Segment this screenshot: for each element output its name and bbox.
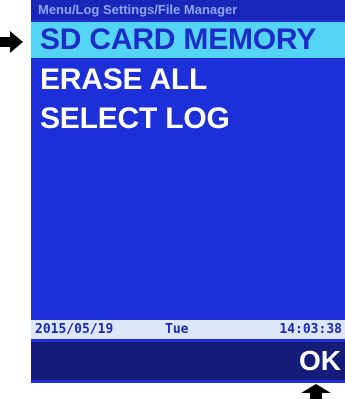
device-screen: Menu/Log Settings/File Manager SD CARD M… xyxy=(31,0,345,383)
arrow-up-icon xyxy=(301,384,331,399)
breadcrumb: Menu/Log Settings/File Manager xyxy=(31,0,345,20)
menu-item-sd-card-memory[interactable]: SD CARD MEMORY xyxy=(31,22,345,58)
status-time: 14:03:38 xyxy=(279,322,342,337)
status-bar: 2015/05/19 Tue 14:03:38 xyxy=(31,320,345,339)
menu-item-erase-all[interactable]: ERASE ALL xyxy=(31,62,345,98)
menu-item-select-log[interactable]: SELECT LOG xyxy=(31,101,345,137)
softkey-bar: OK xyxy=(31,342,345,380)
status-day: Tue xyxy=(165,322,189,337)
arrow-right-icon xyxy=(0,31,23,53)
ok-softkey[interactable]: OK xyxy=(299,344,341,378)
status-date: 2015/05/19 xyxy=(35,322,114,337)
